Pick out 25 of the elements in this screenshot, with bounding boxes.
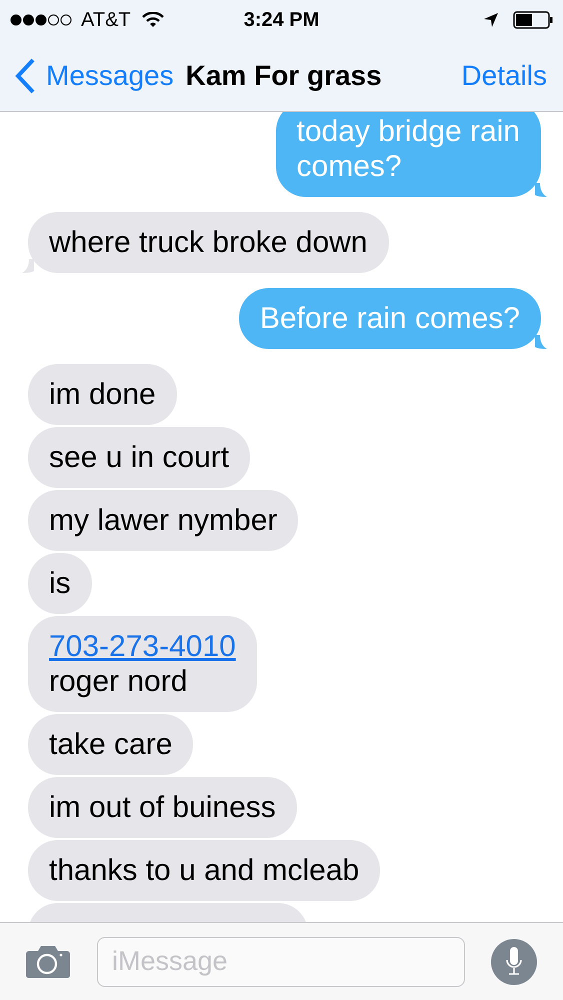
back-chevron-icon: [14, 58, 36, 94]
message-bubble: im done: [28, 364, 177, 425]
microphone-button[interactable]: [491, 938, 537, 984]
status-time: 3:24 PM: [242, 8, 320, 33]
message-bubble: thanks to u and mcleab: [28, 840, 380, 901]
message-bubble: take care: [28, 714, 194, 775]
message-bubble: im out of buiness: [28, 777, 297, 838]
phone-link[interactable]: 703-273-4010: [49, 630, 236, 663]
battery-icon: [513, 11, 553, 29]
carrier-name: AT&T: [81, 8, 131, 33]
camera-icon[interactable]: [25, 944, 71, 978]
bubble-tail-icon: [22, 259, 34, 273]
message-bubble: is: [28, 553, 92, 614]
message-bubble: 703-273-4010 roger nord: [28, 616, 257, 712]
message-bubble: my lawer nymber: [28, 490, 298, 551]
signal-strength-icon: [10, 14, 74, 26]
microphone-icon: [504, 946, 524, 978]
message-bubble: see u in court: [28, 427, 250, 488]
back-button[interactable]: Messages: [14, 54, 174, 96]
wifi-icon: [142, 12, 164, 28]
conversation-title: Kam For grass: [186, 58, 382, 93]
bubble-tail-icon: [535, 183, 547, 197]
bubble-tail-icon: [535, 335, 547, 349]
location-arrow-icon: [483, 12, 499, 28]
details-button[interactable]: Details: [461, 54, 549, 96]
